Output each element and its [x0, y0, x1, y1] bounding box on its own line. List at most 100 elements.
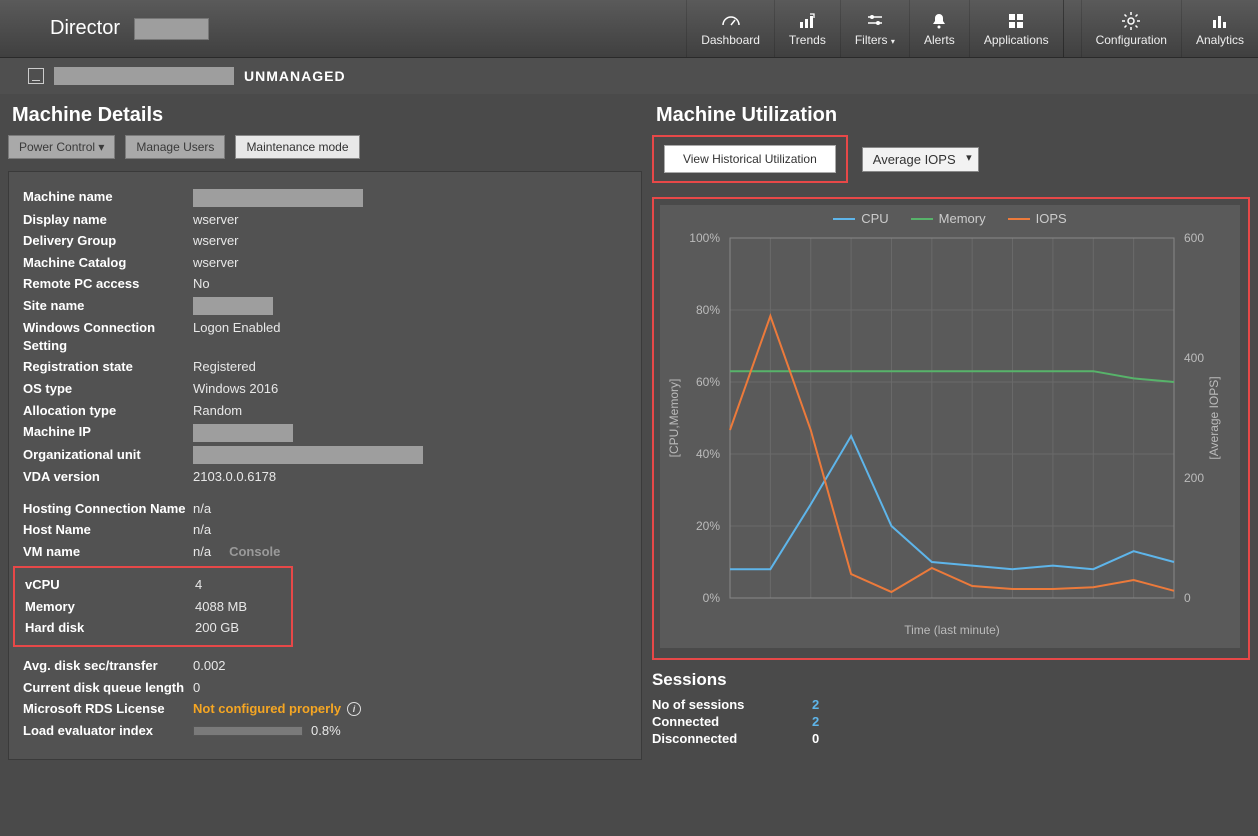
machine-utilization-title: Machine Utilization [652, 104, 1250, 127]
utilization-chart-highlight: CPU Memory IOPS 0%20%40%60%80%100%020040… [652, 197, 1250, 660]
brand-redacted [134, 18, 209, 40]
label-vcpu: vCPU [25, 576, 195, 594]
label-vda: VDA version [23, 468, 193, 486]
svg-text:600: 600 [1184, 231, 1204, 245]
maintenance-mode-button[interactable]: Maintenance mode [235, 135, 359, 159]
value-vda: 2103.0.0.6178 [193, 468, 276, 486]
resources-highlight: vCPU4 Memory4088 MB Hard disk200 GB [13, 566, 293, 647]
unmanaged-badge: UNMANAGED [244, 68, 346, 84]
power-control-button[interactable]: Power Control ▾ [8, 135, 115, 159]
value-os-type: Windows 2016 [193, 380, 278, 398]
value-delivery-group: wserver [193, 232, 239, 250]
machine-details-panel: Machine name Display namewserver Deliver… [8, 171, 642, 760]
computer-icon [28, 68, 44, 84]
value-alloc-type: Random [193, 402, 242, 420]
label-hard-disk: Hard disk [25, 619, 195, 637]
label-win-conn: Windows Connection Setting [23, 319, 193, 354]
svg-text:400: 400 [1184, 351, 1204, 365]
machine-subheader: UNMANAGED [0, 58, 1258, 94]
label-num-sessions: No of sessions [652, 697, 812, 712]
value-machine-name-redacted [193, 189, 363, 207]
filter-icon [865, 11, 885, 31]
console-link[interactable]: Console [229, 544, 280, 559]
brand-title: Director [50, 17, 120, 40]
value-avg-disk: 0.002 [193, 657, 226, 675]
svg-text:40%: 40% [696, 447, 720, 461]
bars-up-icon [797, 11, 817, 31]
value-disconnected: 0 [812, 731, 819, 746]
top-nav-bar: Director Dashboard Trends Filters ▾ [0, 0, 1258, 58]
nav-label: Configuration [1096, 33, 1167, 47]
value-remote-pc: No [193, 275, 210, 293]
nav-alerts[interactable]: Alerts [909, 0, 969, 57]
label-machine-ip: Machine IP [23, 423, 193, 442]
brand: Director [0, 0, 209, 57]
label-display-name: Display name [23, 211, 193, 229]
svg-text:80%: 80% [696, 303, 720, 317]
view-historical-highlight: View Historical Utilization [652, 135, 848, 183]
load-progress [193, 726, 303, 736]
label-machine-name: Machine name [23, 188, 193, 207]
legend-cpu: CPU [861, 211, 888, 226]
value-win-conn: Logon Enabled [193, 319, 280, 354]
label-connected: Connected [652, 714, 812, 729]
value-rds: Not configured properly [193, 700, 341, 718]
nav-trends[interactable]: Trends [774, 0, 840, 57]
value-host-name: n/a [193, 521, 211, 539]
label-queue: Current disk queue length [23, 679, 193, 697]
label-alloc-type: Allocation type [23, 402, 193, 420]
value-display-name: wserver [193, 211, 239, 229]
value-hard-disk: 200 GB [195, 619, 239, 637]
legend-iops: IOPS [1036, 211, 1067, 226]
nav-label: Filters ▾ [855, 33, 895, 47]
nav-dashboard[interactable]: Dashboard [686, 0, 774, 57]
value-machine-catalog: wserver [193, 254, 239, 272]
value-host-conn: n/a [193, 500, 211, 518]
svg-text:60%: 60% [696, 375, 720, 389]
nav-filters[interactable]: Filters ▾ [840, 0, 909, 57]
value-vm-name: n/a [193, 544, 211, 559]
sessions-panel: Sessions No of sessions2 Connected2 Disc… [652, 670, 1250, 747]
value-connected: 2 [812, 714, 819, 729]
label-load: Load evaluator index [23, 722, 193, 740]
bell-icon [929, 11, 949, 31]
label-reg-state: Registration state [23, 358, 193, 376]
label-machine-catalog: Machine Catalog [23, 254, 193, 272]
label-delivery-group: Delivery Group [23, 232, 193, 250]
label-host-name: Host Name [23, 521, 193, 539]
iops-select[interactable]: Average IOPS [862, 147, 979, 172]
nav-label: Applications [984, 33, 1049, 47]
nav-analytics[interactable]: Analytics [1181, 0, 1258, 57]
nav-label: Analytics [1196, 33, 1244, 47]
value-vcpu: 4 [195, 576, 202, 594]
chart-legend: CPU Memory IOPS [660, 205, 1240, 228]
svg-text:100%: 100% [689, 231, 720, 245]
sessions-title: Sessions [652, 670, 1250, 690]
label-remote-pc: Remote PC access [23, 275, 193, 293]
gear-icon [1121, 11, 1141, 31]
value-machine-ip-redacted [193, 424, 293, 442]
svg-text:[CPU,Memory]: [CPU,Memory] [667, 379, 681, 458]
legend-memory: Memory [939, 211, 986, 226]
value-reg-state: Registered [193, 358, 256, 376]
analytics-icon [1210, 11, 1230, 31]
nav-configuration[interactable]: Configuration [1081, 0, 1181, 57]
svg-text:[Average IOPS]: [Average IOPS] [1207, 376, 1221, 459]
svg-text:Time (last minute): Time (last minute) [904, 623, 1000, 637]
manage-users-button[interactable]: Manage Users [125, 135, 225, 159]
nav-label: Alerts [924, 33, 955, 47]
label-memory: Memory [25, 598, 195, 616]
view-historical-button[interactable]: View Historical Utilization [664, 145, 836, 173]
label-site-name: Site name [23, 297, 193, 316]
value-queue: 0 [193, 679, 200, 697]
gauge-icon [721, 11, 741, 31]
nav-applications[interactable]: Applications [969, 0, 1063, 57]
svg-text:20%: 20% [696, 519, 720, 533]
apps-grid-icon [1006, 11, 1026, 31]
value-site-name-redacted [193, 297, 273, 315]
primary-nav: Dashboard Trends Filters ▾ Alerts Applic… [686, 0, 1258, 57]
value-memory: 4088 MB [195, 598, 247, 616]
label-rds: Microsoft RDS License [23, 700, 193, 718]
svg-text:0%: 0% [703, 591, 721, 605]
info-icon[interactable]: i [347, 702, 361, 716]
